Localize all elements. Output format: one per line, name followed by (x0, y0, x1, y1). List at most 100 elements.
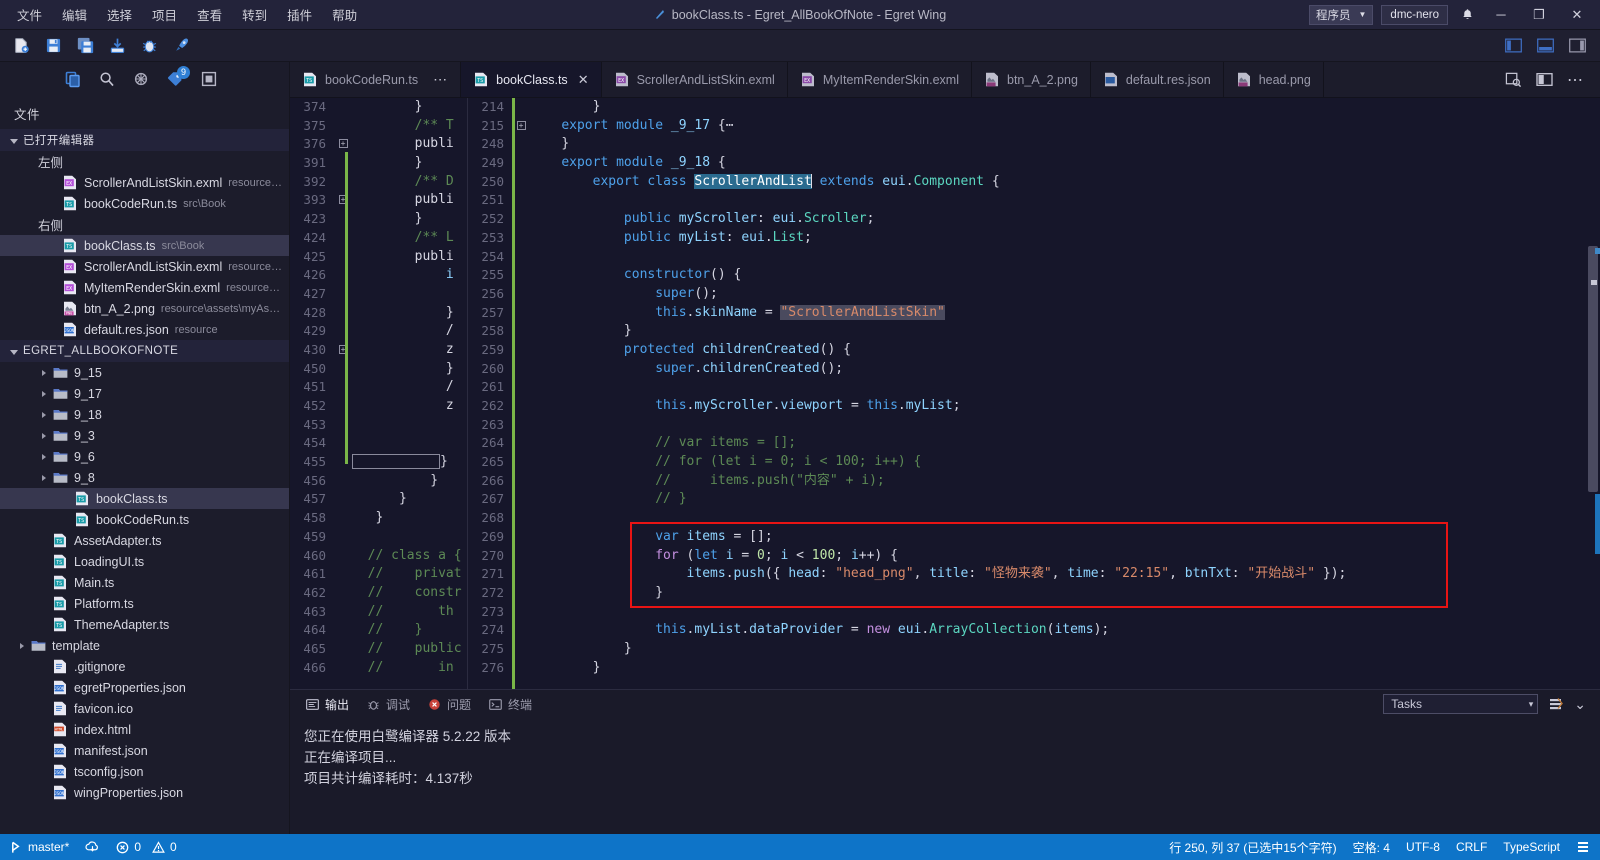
tree-file[interactable]: TS Platform.ts (0, 593, 289, 614)
panel-tab-problems[interactable]: 问题 (426, 696, 471, 713)
tree-folder[interactable]: 9_17 (0, 383, 289, 404)
open-editor-item[interactable]: JSON default.res.json resource (0, 319, 289, 340)
open-editor-item[interactable]: EX ScrollerAndListSkin.exml resource\eui… (0, 172, 289, 193)
tab-MyItemRenderSkin-exml[interactable]: EX MyItemRenderSkin.exml (787, 62, 972, 97)
search-icon[interactable] (92, 65, 122, 93)
chevron-right-icon[interactable] (42, 390, 46, 397)
chevron-right-icon[interactable] (42, 474, 46, 481)
tree-folder[interactable]: 9_8 (0, 467, 289, 488)
tree-file[interactable]: JSON manifest.json (0, 740, 289, 761)
toggle-sidebar-icon[interactable] (1500, 34, 1526, 58)
menu-view[interactable]: 查看 (188, 1, 231, 28)
tab-btn_A_2-png[interactable]: btn_A_2.png (972, 62, 1091, 97)
status-language-mode[interactable]: TypeScript (1495, 834, 1568, 860)
menu-select[interactable]: 选择 (98, 1, 141, 28)
tree-folder[interactable]: 9_6 (0, 446, 289, 467)
status-indentation[interactable]: 空格: 4 (1345, 834, 1398, 860)
chevron-right-icon[interactable] (42, 369, 46, 376)
run-icon[interactable] (166, 33, 196, 59)
new-file-icon[interactable] (6, 33, 36, 59)
tree-file[interactable]: favicon.ico (0, 698, 289, 719)
save-all-icon[interactable] (70, 33, 100, 59)
extensions-icon[interactable] (194, 65, 224, 93)
tree-file[interactable]: TS ThemeAdapter.ts (0, 614, 289, 635)
panel-tab-terminal[interactable]: 终端 (487, 696, 532, 713)
tree-file[interactable]: JSON tsconfig.json (0, 761, 289, 782)
chevron-right-icon[interactable] (20, 642, 24, 649)
notifications-icon[interactable] (1568, 834, 1598, 860)
fold-toggle[interactable]: + (514, 117, 528, 136)
open-editor-item[interactable]: EX MyItemRenderSkin.exml resource\eui_sk… (0, 277, 289, 298)
tasks-select[interactable]: Tasks ▾ (1383, 694, 1539, 714)
tree-file[interactable]: TS bookClass.ts (0, 488, 289, 509)
editor-left-code[interactable]: 374 } 375 /** T 376 + publi 391 } 392 /** D 39… (290, 98, 467, 677)
file-tree[interactable]: 9_15 9_17 9_18 9_3 9_6 9_8 TS bookClass.ts TS boo… (0, 362, 289, 803)
maximize-button[interactable]: ❐ (1524, 0, 1554, 30)
tree-file[interactable]: TS bookCodeRun.ts (0, 509, 289, 530)
tree-file[interactable]: JSON wingProperties.json (0, 782, 289, 803)
close-icon[interactable]: ✕ (578, 72, 589, 88)
tab-bookCodeRun-ts[interactable]: TS bookCodeRun.ts ⋯ (290, 62, 462, 97)
open-editor-item[interactable]: EX ScrollerAndListSkin.exml resource\eui… (0, 256, 289, 277)
chevron-right-icon[interactable] (42, 453, 46, 460)
editor-vertical-scrollbar[interactable] (1586, 98, 1600, 689)
editor-left-pane[interactable]: 374 } 375 /** T 376 + publi 391 } 392 /** D 39… (290, 98, 468, 689)
debug-icon[interactable] (134, 33, 164, 59)
status-eol[interactable]: CRLF (1448, 834, 1495, 860)
chevron-right-icon[interactable] (42, 411, 46, 418)
close-button[interactable]: ✕ (1562, 0, 1592, 30)
status-problems[interactable]: 0 0 (108, 834, 184, 860)
menu-file[interactable]: 文件 (8, 1, 51, 28)
editor-right-pane[interactable]: 214 } 215 + export module _9_17 {⋯ 248 } 249… (468, 98, 1600, 689)
tab-default-res-json[interactable]: default.res.json (1090, 62, 1224, 97)
open-editor-item-bookclass[interactable]: TS bookClass.ts src\Book (0, 235, 289, 256)
tree-file[interactable]: TS LoadingUI.ts (0, 551, 289, 572)
tree-file[interactable]: .gitignore (0, 656, 289, 677)
panel-tab-output[interactable]: 输出 (304, 696, 349, 713)
menu-plugins[interactable]: 插件 (278, 1, 321, 28)
chevron-right-icon[interactable] (42, 432, 46, 439)
menu-goto[interactable]: 转到 (233, 1, 276, 28)
tree-file[interactable]: TS Main.ts (0, 572, 289, 593)
save-icon[interactable] (38, 33, 68, 59)
tree-file[interactable]: JSON egretProperties.json (0, 677, 289, 698)
open-editor-item[interactable]: PNG btn_A_2.png resource\assets\myAssets… (0, 298, 289, 319)
tab-bookClass-ts[interactable]: TS bookClass.ts ✕ (461, 62, 602, 97)
menu-edit[interactable]: 编辑 (53, 1, 96, 28)
open-editor-item[interactable]: TS bookCodeRun.ts src\Book (0, 193, 289, 214)
split-preview-icon[interactable] (1505, 71, 1522, 88)
tab-ScrollerAndListSkin-exml[interactable]: EX ScrollerAndListSkin.exml (601, 62, 788, 97)
user-account-label[interactable]: dmc-nero (1381, 4, 1448, 25)
tree-folder[interactable]: 9_18 (0, 404, 289, 425)
source-control-icon[interactable]: 9 (160, 65, 190, 93)
split-editor-icon[interactable] (1536, 72, 1553, 87)
import-icon[interactable] (102, 33, 132, 59)
section-project-root[interactable]: EGRET_ALLBOOKOFNOTE (0, 340, 289, 362)
panel-tab-debug[interactable]: 调试 (365, 696, 410, 713)
bell-icon[interactable] (1456, 4, 1478, 26)
more-actions-icon[interactable]: ⋯ (1567, 70, 1584, 90)
editor-right-code[interactable]: 214 } 215 + export module _9_17 {⋯ 248 } 249… (468, 98, 1600, 677)
minimize-button[interactable]: ─ (1486, 0, 1516, 30)
section-open-editors[interactable]: 已打开编辑器 (0, 129, 289, 151)
status-branch[interactable]: master* (2, 834, 77, 860)
tab-head-png[interactable]: head.png (1223, 62, 1324, 97)
collapse-panel-icon[interactable]: ⌄ (1574, 696, 1586, 713)
inline-edit-box[interactable] (352, 454, 440, 470)
clear-output-icon[interactable] (1548, 697, 1564, 712)
menu-project[interactable]: 项目 (143, 1, 186, 28)
tree-folder[interactable]: 9_3 (0, 425, 289, 446)
status-sync[interactable] (77, 834, 108, 860)
tree-file[interactable]: TS AssetAdapter.ts (0, 530, 289, 551)
sidebar-content[interactable]: 已打开编辑器 左侧 EX ScrollerAndListSkin.exml re… (0, 129, 289, 834)
debug-icon[interactable] (126, 65, 156, 93)
toggle-right-sidebar-icon[interactable] (1564, 34, 1590, 58)
toggle-panel-icon[interactable] (1532, 34, 1558, 58)
tree-folder[interactable]: 9_15 (0, 362, 289, 383)
status-cursor-position[interactable]: 行 250, 列 37 (已选中15个字符) (1161, 834, 1344, 860)
user-mode-select[interactable]: 程序员 ▼ (1309, 4, 1374, 25)
tree-file[interactable]: HTML index.html (0, 719, 289, 740)
more-icon[interactable]: ⋯ (433, 71, 448, 88)
explorer-icon[interactable] (58, 65, 88, 93)
menu-help[interactable]: 帮助 (323, 1, 366, 28)
